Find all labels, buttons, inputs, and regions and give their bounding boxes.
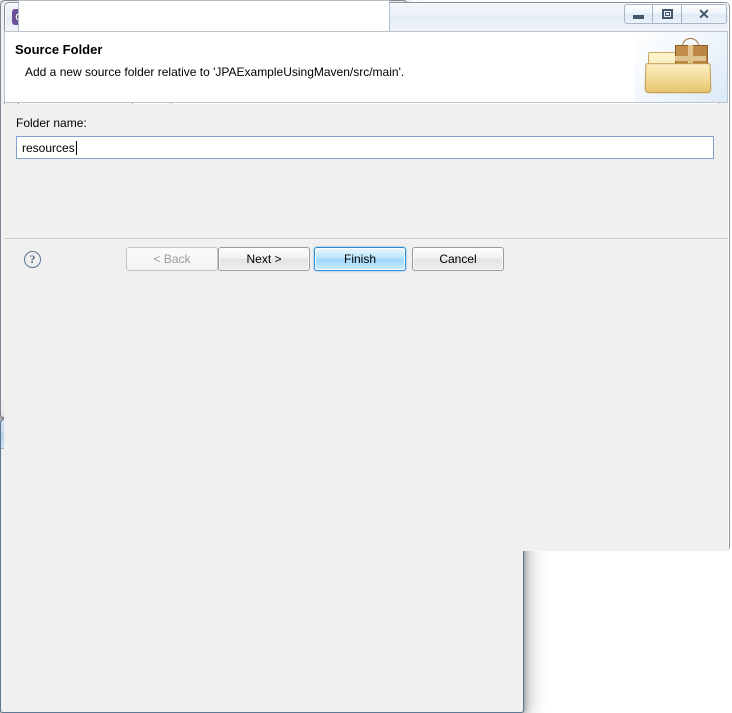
maximize-button[interactable] (653, 4, 682, 24)
new-source-folder-dialog: New Source Folder ✕ Source Folder Add a … (0, 31, 728, 713)
properties-caption-buttons: ✕ (624, 4, 727, 24)
minimize-button[interactable] (624, 4, 653, 24)
close-button[interactable]: ✕ (682, 4, 727, 24)
wizard-footer: ? < Back Next > Finish Cancel (4, 238, 728, 551)
